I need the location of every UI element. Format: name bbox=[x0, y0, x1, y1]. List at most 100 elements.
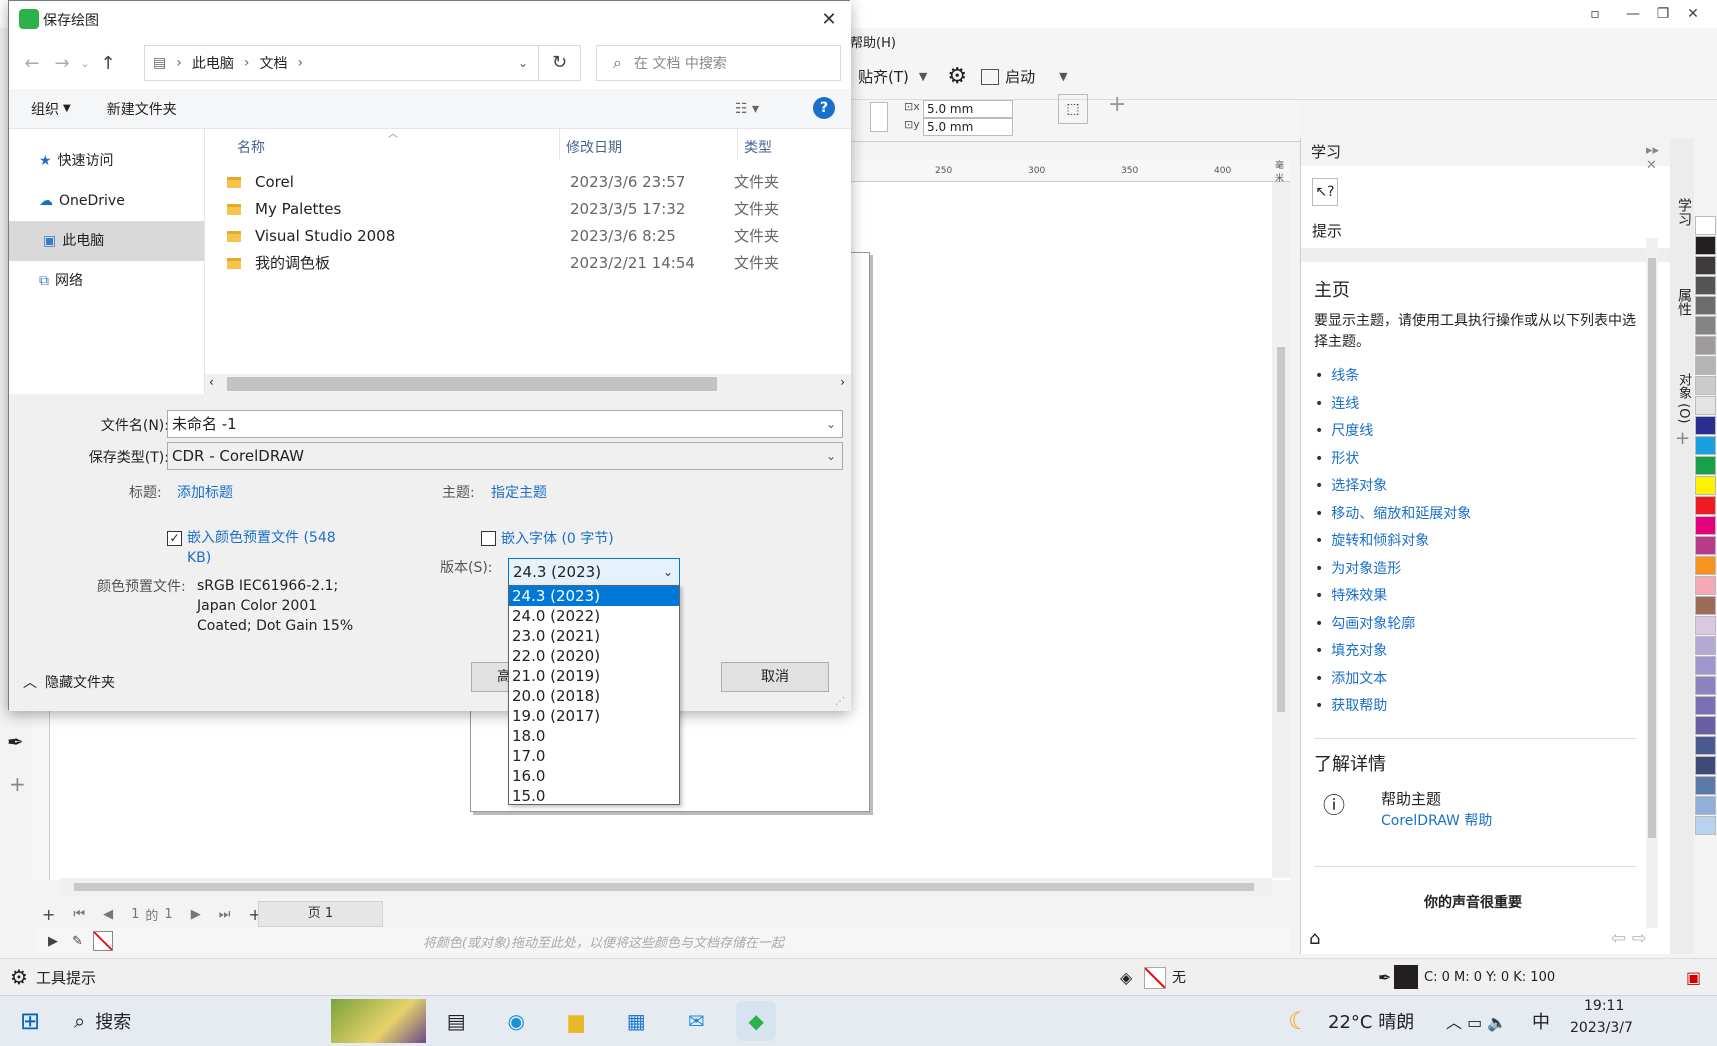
color-swatch[interactable] bbox=[1695, 316, 1716, 335]
color-swatch[interactable] bbox=[1695, 296, 1716, 315]
color-swatch[interactable] bbox=[1695, 276, 1716, 295]
file-row[interactable]: Corel 2023/3/6 23:57 文件夹 bbox=[227, 169, 827, 196]
pick-help-icon[interactable]: ↖? bbox=[1312, 178, 1338, 206]
version-option[interactable]: 20.0 (2018) bbox=[509, 686, 679, 706]
nudge-x-input[interactable]: 5.0 mm bbox=[923, 100, 1013, 118]
embed-fonts-label[interactable]: 嵌入字体 (0 字节) bbox=[501, 528, 614, 548]
organize-dropdown-icon[interactable]: ▼ bbox=[63, 103, 71, 114]
no-color-swatch[interactable] bbox=[92, 931, 113, 951]
color-swatch[interactable] bbox=[1695, 416, 1716, 435]
snap-dropdown-icon[interactable]: ▼ bbox=[919, 70, 927, 83]
page-tab[interactable]: 页 1 bbox=[258, 901, 383, 927]
tab-properties[interactable]: 属性 bbox=[1674, 288, 1694, 316]
store-icon[interactable]: ▦ bbox=[616, 1001, 656, 1041]
add-title-link[interactable]: 添加标题 bbox=[177, 482, 233, 502]
specify-subject-link[interactable]: 指定主题 bbox=[491, 482, 547, 502]
filetype-select[interactable]: CDR - CorelDRAW ⌄ bbox=[167, 442, 843, 470]
version-option[interactable]: 24.3 (2023) bbox=[509, 586, 679, 606]
color-swatch[interactable] bbox=[1695, 756, 1716, 775]
last-page-icon[interactable]: ⏭ bbox=[219, 907, 231, 922]
transform-frame-icon[interactable]: ⬚ bbox=[1058, 94, 1088, 124]
clock-date[interactable]: 2023/3/7 bbox=[1570, 1020, 1633, 1036]
version-option[interactable]: 22.0 (2020) bbox=[509, 646, 679, 666]
topic-link[interactable]: 形状 bbox=[1315, 446, 1635, 474]
first-page-icon[interactable]: ⏮ bbox=[73, 907, 85, 922]
topic-link[interactable]: 获取帮助 bbox=[1315, 693, 1635, 721]
chevron-down-icon[interactable]: ⌄ bbox=[826, 443, 836, 469]
taskbar-search[interactable]: 搜索 bbox=[95, 1008, 131, 1034]
embed-profile-checkbox[interactable]: ✓ bbox=[167, 531, 182, 546]
color-swatch[interactable] bbox=[1695, 576, 1716, 595]
version-option[interactable]: 21.0 (2019) bbox=[509, 666, 679, 686]
restore-small-icon[interactable]: ▫ bbox=[1580, 2, 1610, 26]
version-option[interactable]: 23.0 (2021) bbox=[509, 626, 679, 646]
gear-icon[interactable]: ⚙ bbox=[10, 965, 28, 989]
add-icon[interactable]: + bbox=[1108, 92, 1126, 117]
version-option[interactable]: 18.0 bbox=[509, 726, 679, 746]
breadcrumb-this-pc[interactable]: 此电脑 bbox=[192, 53, 234, 73]
topic-link[interactable]: 移动、缩放和延展对象 bbox=[1315, 501, 1635, 529]
back-forward-icon[interactable]: ⇦ ⇨ bbox=[1611, 928, 1647, 949]
topic-link[interactable]: 旋转和倾斜对象 bbox=[1315, 528, 1635, 556]
color-swatch[interactable] bbox=[1695, 356, 1716, 375]
color-swatch[interactable] bbox=[1695, 516, 1716, 535]
artistic-media-icon[interactable]: ✒ bbox=[7, 730, 24, 754]
recent-dropdown-icon[interactable]: ⌄ bbox=[77, 49, 93, 79]
forward-arrow-icon[interactable]: → bbox=[47, 49, 77, 79]
organize-menu[interactable]: 组织 bbox=[31, 99, 59, 119]
version-select[interactable]: 24.3 (2023) ⌄ bbox=[508, 558, 680, 586]
column-type[interactable]: 类型 bbox=[744, 137, 772, 157]
view-options-icon[interactable]: ☷ ▾ bbox=[735, 101, 759, 117]
menu-help[interactable]: 帮助(H) bbox=[850, 32, 896, 51]
mail-icon[interactable]: ✉ bbox=[676, 1001, 716, 1041]
color-swatch[interactable] bbox=[1695, 236, 1716, 255]
nudge-y-input[interactable]: 5.0 mm bbox=[923, 118, 1013, 136]
color-swatch[interactable] bbox=[1695, 736, 1716, 755]
column-divider[interactable] bbox=[559, 129, 560, 159]
address-bar[interactable]: ▤ › 此电脑 › 文档 › ⌄ bbox=[144, 45, 539, 81]
color-swatch[interactable] bbox=[1695, 716, 1716, 735]
nav-item-onedrive[interactable]: ☁ OneDrive bbox=[9, 181, 204, 221]
nav-item-quick-access[interactable]: ★ 快速访问 bbox=[9, 141, 204, 181]
file-row[interactable]: Visual Studio 2008 2023/3/6 8:25 文件夹 bbox=[227, 223, 827, 250]
color-swatch[interactable] bbox=[1695, 336, 1716, 355]
search-highlight-image[interactable] bbox=[331, 999, 427, 1043]
color-proof-icon[interactable]: ▣ bbox=[1686, 968, 1701, 987]
home-icon[interactable]: ⌂ bbox=[1309, 928, 1320, 949]
color-swatch[interactable] bbox=[1695, 796, 1716, 815]
refresh-icon[interactable]: ↻ bbox=[539, 45, 581, 81]
color-swatch[interactable] bbox=[1695, 536, 1716, 555]
color-swatch[interactable] bbox=[1695, 436, 1716, 455]
close-app-button[interactable]: ✕ bbox=[1678, 2, 1708, 26]
cancel-button[interactable]: 取消 bbox=[721, 662, 829, 692]
coreldraw-icon[interactable]: ◆ bbox=[736, 1001, 777, 1041]
color-swatch[interactable] bbox=[1695, 376, 1716, 395]
filename-input[interactable]: 未命名 -1 ⌄ bbox=[167, 410, 843, 438]
column-name[interactable]: 名称 bbox=[237, 137, 265, 157]
color-swatch[interactable] bbox=[1695, 496, 1716, 515]
eyedropper-icon[interactable]: ✎ bbox=[72, 934, 83, 949]
minimize-button[interactable]: — bbox=[1618, 2, 1648, 26]
resize-grip-icon[interactable]: ⋰ bbox=[835, 696, 845, 707]
help-topic-link[interactable]: CorelDRAW 帮助 bbox=[1381, 810, 1492, 830]
color-swatch[interactable] bbox=[1695, 636, 1716, 655]
tray-icons[interactable]: ︿ ▭ 🔈 bbox=[1446, 1009, 1507, 1033]
snap-menu[interactable]: 贴齐(T) bbox=[858, 66, 909, 87]
add-docker-icon[interactable]: + bbox=[1675, 428, 1690, 449]
breadcrumb-documents[interactable]: 文档 bbox=[259, 53, 287, 73]
column-divider[interactable] bbox=[737, 129, 738, 159]
file-row[interactable]: My Palettes 2023/3/5 17:32 文件夹 bbox=[227, 196, 827, 223]
launch-dropdown-icon[interactable]: ▼ bbox=[1059, 70, 1067, 83]
color-swatch[interactable] bbox=[1695, 216, 1716, 235]
color-swatch[interactable] bbox=[1695, 616, 1716, 635]
version-option[interactable]: 24.0 (2022) bbox=[509, 606, 679, 626]
fill-none-swatch[interactable] bbox=[1144, 967, 1166, 989]
topic-link[interactable]: 选择对象 bbox=[1315, 473, 1635, 501]
topic-link[interactable]: 线条 bbox=[1315, 363, 1635, 391]
launch-menu[interactable]: 启动 bbox=[1005, 66, 1035, 87]
topic-link[interactable]: 为对象造形 bbox=[1315, 556, 1635, 584]
add-tool-icon[interactable]: + bbox=[9, 772, 26, 796]
topic-link[interactable]: 勾画对象轮廓 bbox=[1315, 611, 1635, 639]
file-list-scrollbar[interactable]: ‹ › bbox=[205, 374, 851, 394]
file-row[interactable]: 我的调色板 2023/2/21 14:54 文件夹 bbox=[227, 250, 827, 277]
